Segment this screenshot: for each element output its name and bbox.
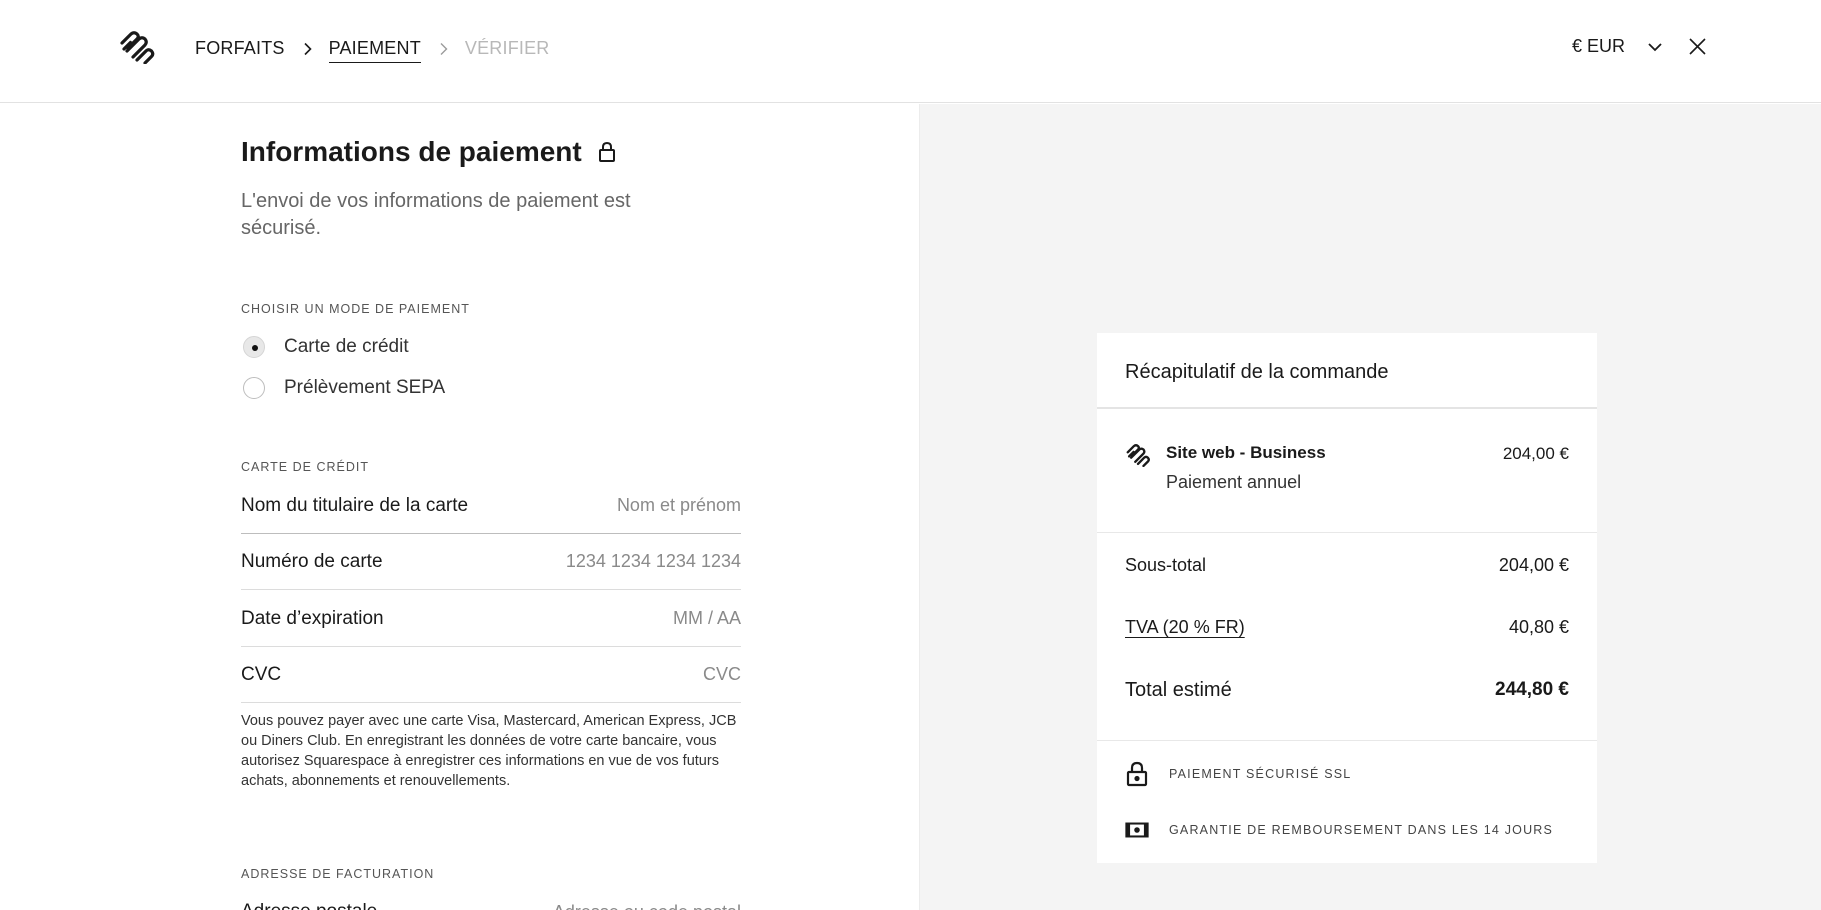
payment-pane: Informations de paiement L'envoi de vos … <box>0 104 919 910</box>
item-price: 204,00 € <box>1502 444 1569 463</box>
radio-button[interactable] <box>243 336 265 358</box>
field-label: CVC <box>241 663 282 685</box>
breadcrumb-paiement[interactable]: PAIEMENT <box>328 38 421 63</box>
field-label: Date d’expiration <box>241 607 384 629</box>
item-name: Site web - Business <box>1166 443 1326 462</box>
lock-icon <box>598 141 615 162</box>
page-subtitle: L'envoi de vos informations de paiement … <box>241 190 631 239</box>
credit-card-section-label: CARTE DE CRÉDIT <box>241 460 369 474</box>
billing-address-label: ADRESSE DE FACTURATION <box>241 867 435 881</box>
order-summary-card: Récapitulatif de la commande Site web - … <box>1097 333 1597 863</box>
expiry-date-field[interactable]: Date d’expiration <box>241 591 741 647</box>
total-value: 244,80 € <box>1495 679 1569 700</box>
field-label: Numéro de carte <box>241 550 383 572</box>
order-item: Site web - Business Paiement annuel 204,… <box>1097 409 1597 533</box>
breadcrumb-verifier: VÉRIFIER <box>464 38 550 58</box>
field-label: Adresse postale <box>241 901 377 910</box>
total-label: Total estimé <box>1125 679 1232 701</box>
breadcrumb: FORFAITS PAIEMENT VÉRIFIER <box>195 34 550 63</box>
squarespace-logo[interactable] <box>118 30 156 64</box>
tax-label-link[interactable]: TVA (20 % FR) <box>1125 617 1245 638</box>
subtotal-value: 204,00 € <box>1498 555 1569 575</box>
close-icon[interactable] <box>1689 38 1706 55</box>
chevron-right-icon <box>304 42 312 55</box>
squarespace-logo <box>1126 444 1150 467</box>
card-number-field[interactable]: Numéro de carte <box>241 534 741 590</box>
top-bar: FORFAITS PAIEMENT VÉRIFIER € EUR <box>0 0 1821 103</box>
radio-credit-card[interactable]: Carte de crédit <box>243 336 409 358</box>
summary-pane: Récapitulatif de la commande Site web - … <box>919 104 1821 910</box>
tax-value: 40,80 € <box>1508 617 1569 637</box>
radio-sepa[interactable]: Prélèvement SEPA <box>243 377 445 399</box>
ssl-badge-text: PAIEMENT SÉCURISÉ SSL <box>1169 767 1352 781</box>
refund-badge-text: GARANTIE DE REMBOURSEMENT DANS LES 14 JO… <box>1169 823 1554 837</box>
card-number-input[interactable] <box>481 551 741 572</box>
ssl-badge: PAIEMENT SÉCURISÉ SSL <box>1125 761 1351 787</box>
lock-icon <box>1126 761 1148 787</box>
field-label: Nom du titulaire de la carte <box>241 494 469 516</box>
payment-method-label: CHOISIR UN MODE DE PAIEMENT <box>241 302 470 316</box>
cardholder-name-field[interactable]: Nom du titulaire de la carte <box>241 478 741 534</box>
chevron-right-icon <box>440 42 448 55</box>
banknote-icon <box>1125 822 1149 838</box>
item-billing-cycle: Paiement annuel <box>1166 472 1302 492</box>
subtotal-label: Sous-total <box>1125 555 1207 575</box>
radio-button[interactable] <box>243 377 265 399</box>
expiry-date-input[interactable] <box>481 608 741 629</box>
tax-row: TVA (20 % FR) 40,80 € <box>1125 617 1569 638</box>
radio-label: Carte de crédit <box>284 336 409 357</box>
total-row: Total estimé 244,80 € <box>1125 679 1569 702</box>
refund-badge: GARANTIE DE REMBOURSEMENT DANS LES 14 JO… <box>1125 821 1553 839</box>
currency-label: € EUR <box>1572 36 1626 56</box>
breadcrumb-forfaits[interactable]: FORFAITS <box>195 38 285 59</box>
page-title-text: Informations de paiement <box>241 136 582 167</box>
cardholder-name-input[interactable] <box>481 495 741 516</box>
cvc-input[interactable] <box>481 664 741 685</box>
page-title: Informations de paiement <box>241 136 616 168</box>
cvc-field[interactable]: CVC <box>241 647 741 703</box>
postal-address-field[interactable]: Adresse postale <box>241 884 741 910</box>
subtotal-row: Sous-total 204,00 € <box>1125 555 1569 576</box>
order-summary-title: Récapitulatif de la commande <box>1097 333 1597 409</box>
order-totals: Sous-total 204,00 € TVA (20 % FR) 40,80 … <box>1097 533 1597 741</box>
trust-badges: PAIEMENT SÉCURISÉ SSL GARANTIE DE REMBOU… <box>1097 741 1597 863</box>
currency-selector[interactable]: € EUR <box>1572 36 1663 57</box>
postal-address-input[interactable] <box>481 901 741 910</box>
chevron-down-icon <box>1648 42 1662 51</box>
radio-label: Prélèvement SEPA <box>284 377 446 398</box>
card-storage-note: Vous pouvez payer avec une carte Visa, M… <box>241 713 737 789</box>
